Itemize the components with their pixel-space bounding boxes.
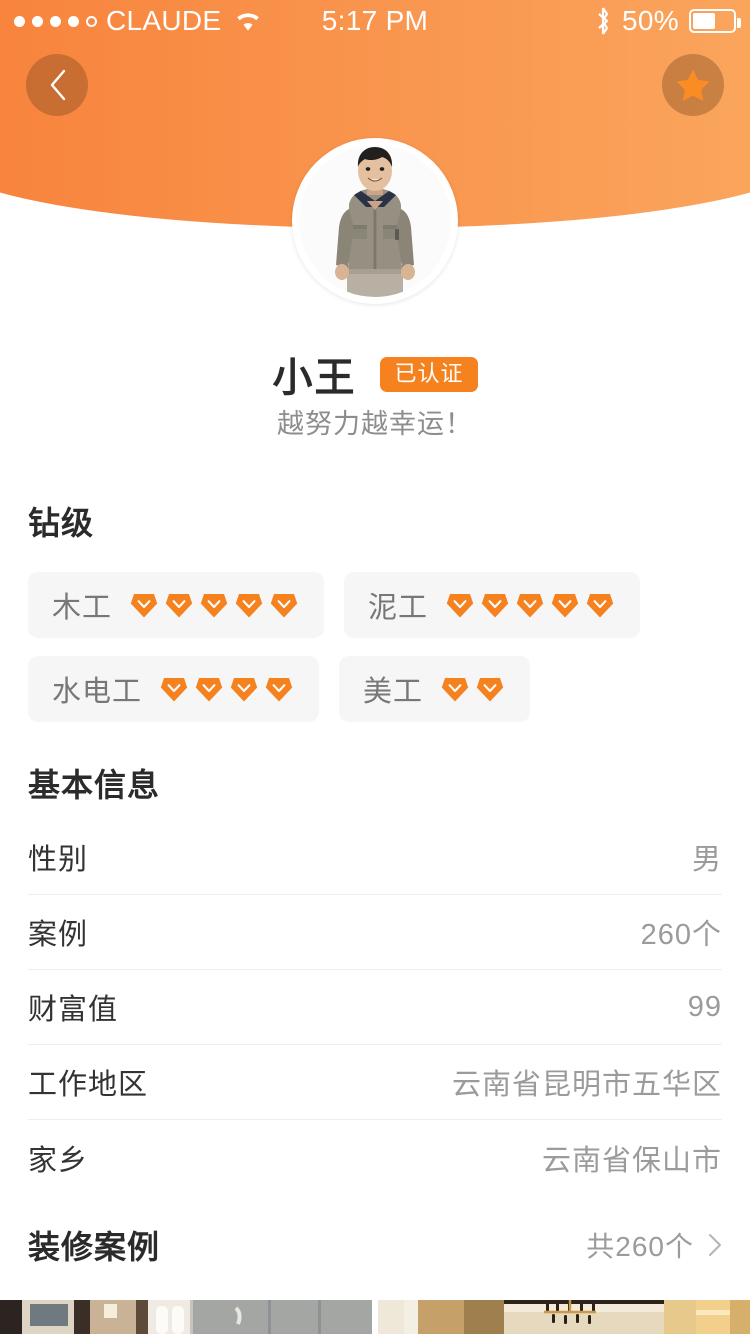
info-row: 财富值 99 bbox=[28, 970, 722, 1045]
info-row-label: 性别 bbox=[28, 844, 89, 876]
chevron-left-icon bbox=[50, 69, 65, 101]
skill-tag: 水电工 bbox=[28, 656, 320, 722]
skill-tag: 美工 bbox=[339, 656, 531, 722]
basic-info-section-title: 基本信息 bbox=[28, 767, 161, 803]
profile-screen: CLAUDE 5:17 PM 50% 小王 已认证 越努力越幸运！ 钻级 木工 … bbox=[0, 0, 750, 1334]
info-row-value: 260个 bbox=[640, 919, 722, 951]
skill-level-gems bbox=[130, 591, 298, 619]
user-avatar-photo-illustration bbox=[299, 145, 451, 297]
chevron-right-icon bbox=[709, 1234, 721, 1256]
profile-header: CLAUDE 5:17 PM 50% bbox=[0, 0, 750, 304]
info-row-label: 家乡 bbox=[28, 1144, 89, 1177]
case-thumbnail[interactable] bbox=[378, 1300, 750, 1334]
cases-section-header[interactable]: 装修案例 共260个 bbox=[28, 1222, 722, 1268]
cases-section-title: 装修案例 bbox=[28, 1229, 161, 1265]
case-thumbnail-strip bbox=[0, 1300, 750, 1334]
basic-info-list: 性别 男案例 260个财富值 99 工作地区 云南省昆明市五华区家乡 云南省保山市 bbox=[28, 820, 722, 1195]
skill-tag-label: 美工 bbox=[363, 676, 424, 708]
info-row: 案例 260个 bbox=[28, 895, 722, 970]
skill-tag-label: 水电工 bbox=[52, 676, 143, 708]
info-row: 家乡 云南省保山市 bbox=[28, 1120, 722, 1195]
skill-tag-label: 木工 bbox=[52, 592, 113, 624]
info-row-value: 云南省保山市 bbox=[541, 1144, 722, 1177]
back-button[interactable] bbox=[26, 54, 88, 116]
skill-tag-row: 水电工 美工 bbox=[28, 656, 728, 722]
diamond-gem-icon bbox=[270, 594, 298, 618]
status-bar-time: 5:17 PM bbox=[321, 5, 429, 36]
diamond-gem-icon bbox=[235, 594, 263, 618]
diamond-gem-icon bbox=[551, 594, 579, 618]
diamond-gem-icon bbox=[446, 594, 474, 618]
status-bar: CLAUDE 5:17 PM 50% bbox=[0, 0, 750, 42]
info-row-value: 男 bbox=[691, 844, 722, 876]
profile-name-row: 小王 已认证 bbox=[0, 345, 750, 403]
skill-tag: 泥工 bbox=[344, 572, 641, 638]
bathroom-gray-tile-thumbnail bbox=[0, 1300, 372, 1334]
user-tagline: 越努力越幸运！ bbox=[277, 409, 473, 439]
diamond-gem-icon bbox=[195, 678, 223, 702]
skill-level-gems bbox=[446, 591, 614, 619]
star-icon bbox=[676, 69, 710, 101]
skill-tag-list: 木工 泥工水电工 美工 bbox=[28, 572, 728, 740]
diamond-section-title: 钻级 bbox=[28, 505, 95, 541]
info-row-label: 财富值 bbox=[28, 994, 119, 1026]
skill-tag-row: 木工 泥工 bbox=[28, 572, 728, 638]
diamond-gem-icon bbox=[165, 594, 193, 618]
diamond-gem-icon bbox=[130, 594, 158, 618]
battery-icon bbox=[689, 9, 741, 33]
info-row: 工作地区 云南省昆明市五华区 bbox=[28, 1045, 722, 1120]
info-row: 性别 男 bbox=[28, 820, 722, 895]
user-name: 小王 bbox=[272, 356, 357, 400]
info-row-label: 案例 bbox=[28, 919, 89, 951]
info-row-label: 工作地区 bbox=[28, 1069, 149, 1101]
skill-level-gems bbox=[160, 675, 293, 703]
verified-badge: 已认证 bbox=[380, 356, 478, 392]
info-row-value: 99 bbox=[687, 990, 722, 1023]
diamond-gem-icon bbox=[200, 594, 228, 618]
diamond-gem-icon bbox=[476, 678, 504, 702]
cases-count-label: 共260个 bbox=[586, 1231, 694, 1262]
case-thumbnail[interactable] bbox=[0, 1300, 372, 1334]
living-room-chandelier-thumbnail bbox=[378, 1300, 750, 1334]
cases-count-group[interactable]: 共260个 bbox=[586, 1225, 722, 1265]
diamond-gem-icon bbox=[481, 594, 509, 618]
diamond-gem-icon bbox=[265, 678, 293, 702]
skill-level-gems bbox=[441, 675, 504, 703]
skill-tag: 木工 bbox=[28, 572, 325, 638]
skill-tag-label: 泥工 bbox=[368, 592, 429, 624]
diamond-gem-icon bbox=[586, 594, 614, 618]
diamond-gem-icon bbox=[441, 678, 469, 702]
avatar[interactable] bbox=[292, 138, 458, 304]
diamond-gem-icon bbox=[160, 678, 188, 702]
diamond-gem-icon bbox=[516, 594, 544, 618]
info-row-value: 云南省昆明市五华区 bbox=[451, 1069, 722, 1101]
favorite-button[interactable] bbox=[662, 54, 724, 116]
diamond-gem-icon bbox=[230, 678, 258, 702]
